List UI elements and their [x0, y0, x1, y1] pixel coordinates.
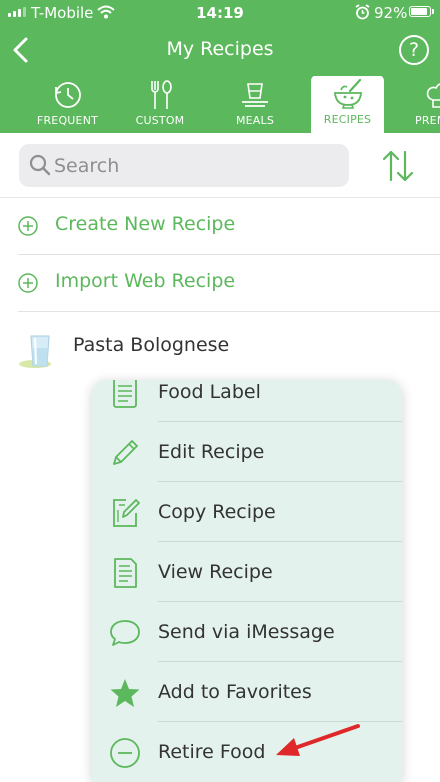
recipe-row[interactable]: Pasta Bolognese — [0, 313, 440, 379]
tab-meals[interactable]: MEALS — [210, 76, 300, 133]
menu-item-copy-recipe[interactable]: Copy Recipe — [92, 482, 402, 542]
menu-item-label: View Recipe — [158, 561, 273, 583]
menu-item-label: Edit Recipe — [158, 441, 265, 463]
category-tabs: FREQUENT CUSTOM MEALS RECIPES PRE — [0, 76, 440, 133]
tab-premium[interactable]: PREM — [400, 76, 440, 133]
plus-circle-icon — [18, 273, 38, 293]
navigation-bar: My Recipes ? — [0, 26, 440, 76]
fork-spoon-icon — [151, 80, 172, 109]
nutrition-label-icon — [113, 380, 137, 408]
recipe-context-menu: Food Label Edit Recipe Copy Recipe View … — [92, 380, 402, 782]
pencil-icon — [113, 440, 138, 465]
search-bar-row — [0, 133, 440, 198]
create-recipe-row[interactable]: Create New Recipe — [0, 198, 440, 255]
import-recipe-row[interactable]: Import Web Recipe — [0, 255, 440, 312]
tab-recipes[interactable]: RECIPES — [311, 76, 384, 133]
search-icon — [29, 154, 51, 176]
document-icon — [114, 558, 137, 588]
menu-item-food-label[interactable]: Food Label — [92, 380, 402, 422]
search-input[interactable] — [54, 144, 339, 187]
status-bar: T-Mobile 14:19 92% — [0, 0, 440, 26]
page-title: My Recipes — [166, 38, 274, 60]
divider — [18, 311, 440, 312]
star-icon — [110, 679, 140, 707]
menu-item-label: Food Label — [158, 381, 261, 403]
tab-custom[interactable]: CUSTOM — [115, 76, 205, 133]
menu-item-label: Retire Food — [158, 741, 266, 763]
history-clock-icon — [54, 82, 81, 108]
plate-cup-icon — [242, 83, 268, 107]
menu-item-label: Copy Recipe — [158, 501, 276, 523]
minus-circle-icon — [110, 738, 140, 768]
menu-item-add-favorites[interactable]: Add to Favorites — [92, 662, 402, 722]
copy-edit-icon — [113, 499, 140, 527]
plus-circle-icon — [18, 216, 38, 236]
menu-item-view-recipe[interactable]: View Recipe — [92, 542, 402, 602]
alarm-icon — [355, 4, 370, 20]
menu-item-label: Send via iMessage — [158, 621, 335, 643]
import-recipe-label: Import Web Recipe — [55, 270, 236, 292]
glass-plate-icon — [19, 335, 51, 368]
help-button[interactable]: ? — [399, 35, 429, 65]
menu-item-retire-food[interactable]: Retire Food — [92, 722, 402, 782]
chat-bubble-icon — [110, 620, 140, 646]
menu-item-edit-recipe[interactable]: Edit Recipe — [92, 422, 402, 482]
sort-arrows-icon[interactable] — [380, 148, 416, 184]
tab-label: MEALS — [235, 114, 275, 127]
tab-frequent[interactable]: FREQUENT — [20, 76, 115, 133]
search-box — [19, 144, 349, 187]
tab-label: FREQUENT — [36, 114, 99, 127]
menu-item-label: Add to Favorites — [158, 681, 312, 703]
battery-icon — [409, 6, 434, 17]
mortar-bowl-icon — [333, 78, 362, 109]
tab-label: PREM — [415, 114, 440, 127]
chef-hat-icon — [426, 83, 440, 108]
recipe-name: Pasta Bolognese — [73, 334, 230, 356]
menu-item-send-imessage[interactable]: Send via iMessage — [92, 602, 402, 662]
battery-percent: 92% — [374, 4, 408, 22]
tab-label: CUSTOM — [135, 114, 185, 127]
tab-label: RECIPES — [323, 113, 372, 126]
create-recipe-label: Create New Recipe — [55, 213, 236, 235]
